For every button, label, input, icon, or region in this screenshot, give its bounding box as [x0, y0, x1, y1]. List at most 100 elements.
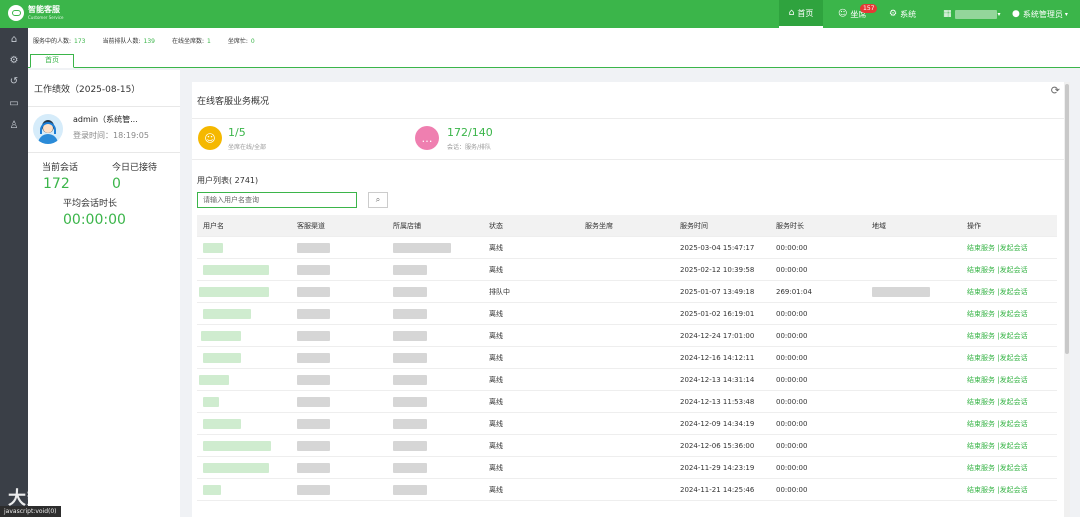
- channel-redacted: [297, 375, 330, 385]
- table-row[interactable]: 离线 2024-11-21 14:25:46 00:00:00 结束服务 |发起会话: [197, 479, 1057, 501]
- column-header[interactable]: 状态: [489, 215, 503, 237]
- channel-redacted: [297, 397, 330, 407]
- seats-label: 坐席在线/全部: [228, 144, 267, 151]
- table-row[interactable]: 离线 2025-03-04 15:47:17 00:00:00 结束服务 |发起会话: [197, 237, 1057, 259]
- column-header[interactable]: 客服渠道: [297, 215, 325, 237]
- tab-home[interactable]: 首页: [30, 54, 74, 68]
- table-row[interactable]: 离线 2024-12-13 14:31:14 00:00:00 结束服务 |发起会话: [197, 369, 1057, 391]
- row-actions[interactable]: 结束服务 |发起会话: [967, 369, 1028, 391]
- vertical-scrollbar[interactable]: [1064, 82, 1070, 517]
- channel-redacted: [297, 419, 330, 429]
- table-row[interactable]: 离线 2024-12-16 14:12:11 00:00:00 结束服务 |发起会话: [197, 347, 1057, 369]
- column-header[interactable]: 服务时间: [680, 215, 708, 237]
- service-time-cell: 2024-11-21 14:25:46: [680, 486, 755, 494]
- status-cell: 离线: [489, 310, 503, 318]
- shop-redacted: [393, 397, 427, 407]
- row-actions[interactable]: 结束服务 |发起会话: [967, 391, 1028, 413]
- building-icon: ▦: [943, 9, 952, 19]
- status-bar: javascript:void(0): [0, 506, 61, 517]
- table-header: 用户名 客服渠道 所属店铺 状态 服务坐席 服务时间 服务时长 地域 操作: [197, 215, 1057, 237]
- nav-home[interactable]: ⌂ 首页: [779, 0, 823, 28]
- scrollbar-thumb[interactable]: [1065, 84, 1069, 354]
- seats-value: 1/5: [228, 126, 246, 139]
- column-header[interactable]: 地域: [872, 215, 886, 237]
- column-header[interactable]: 操作: [967, 215, 981, 237]
- shop-redacted: [393, 419, 427, 429]
- channel-redacted: [297, 331, 330, 341]
- table-row[interactable]: 离线 2024-12-13 11:53:48 00:00:00 结束服务 |发起会话: [197, 391, 1057, 413]
- row-actions[interactable]: 结束服务 |发起会话: [967, 479, 1028, 501]
- user-name-redacted: [199, 287, 269, 297]
- column-header[interactable]: 服务时长: [776, 215, 804, 237]
- service-time-cell: 2024-12-13 14:31:14: [680, 376, 755, 384]
- service-time-cell: 2024-12-24 17:01:00: [680, 332, 755, 340]
- row-actions[interactable]: 结束服务 |发起会话: [967, 457, 1028, 479]
- table-row[interactable]: 离线 2024-12-24 17:01:00 00:00:00 结束服务 |发起会话: [197, 325, 1057, 347]
- tab-bar: 首页: [28, 52, 1080, 68]
- channel-redacted: [297, 265, 330, 275]
- column-header[interactable]: 用户名: [203, 215, 224, 237]
- shop-redacted: [393, 463, 427, 473]
- history-icon[interactable]: ↺: [0, 76, 28, 88]
- nav-organization[interactable]: ▦ ▾: [943, 0, 1001, 28]
- people-icon[interactable]: ♙: [0, 120, 28, 132]
- row-actions[interactable]: 结束服务 |发起会话: [967, 413, 1028, 435]
- sessions-label: 会话：服务/排队: [447, 144, 492, 151]
- service-time-cell: 2024-12-09 14:34:19: [680, 420, 755, 428]
- avg-duration-value: 00:00:00: [63, 212, 126, 228]
- column-header[interactable]: 所属店铺: [393, 215, 421, 237]
- user-name-redacted: [203, 463, 269, 473]
- today-received-label: 今日已接待: [112, 163, 158, 173]
- icon-sidebar: ⌂ ⚙ ↺ ▭ ♙: [0, 28, 28, 517]
- channel-redacted: [297, 243, 330, 253]
- row-actions[interactable]: 结束服务 |发起会话: [967, 237, 1028, 259]
- home-icon[interactable]: ⌂: [0, 34, 28, 46]
- monitor-icon[interactable]: ▭: [0, 98, 28, 110]
- nav-system[interactable]: ⚙ 系统: [889, 0, 916, 28]
- user-name-redacted: [203, 419, 241, 429]
- user-name-redacted: [203, 265, 269, 275]
- channel-redacted: [297, 309, 330, 319]
- table-row[interactable]: 离线 2024-11-29 14:23:19 00:00:00 结束服务 |发起会话: [197, 457, 1057, 479]
- status-cell: 离线: [489, 332, 503, 340]
- status-cell: 离线: [489, 420, 503, 428]
- service-time-cell: 2024-12-16 14:12:11: [680, 354, 755, 362]
- login-time: 登录时间：18:19:05: [73, 131, 149, 140]
- row-actions[interactable]: 结束服务 |发起会话: [967, 303, 1028, 325]
- user-name-redacted: [203, 243, 223, 253]
- gear-icon[interactable]: ⚙: [0, 55, 28, 67]
- chat-icon: …: [415, 126, 439, 150]
- service-time-cell: 2024-12-06 15:36:00: [680, 442, 755, 450]
- today-received-value: 0: [112, 176, 121, 192]
- nav-home-label: 首页: [797, 8, 814, 18]
- shop-redacted: [393, 375, 427, 385]
- nav-user-menu[interactable]: ● 系统管理员 ▾: [1012, 0, 1068, 28]
- table-row[interactable]: 离线 2024-12-09 14:34:19 00:00:00 结束服务 |发起会话: [197, 413, 1057, 435]
- user-name-redacted: [203, 397, 219, 407]
- duration-cell: 00:00:00: [776, 354, 808, 362]
- duration-cell: 00:00:00: [776, 464, 808, 472]
- row-actions[interactable]: 结束服务 |发起会话: [967, 281, 1028, 303]
- row-actions[interactable]: 结束服务 |发起会话: [967, 259, 1028, 281]
- row-actions[interactable]: 结束服务 |发起会话: [967, 347, 1028, 369]
- search-button[interactable]: ⌕: [368, 192, 388, 208]
- table-row[interactable]: 离线 2025-01-02 16:19:01 00:00:00 结束服务 |发起会话: [197, 303, 1057, 325]
- user-icon: ☺: [838, 9, 848, 19]
- user-name-redacted: [203, 441, 271, 451]
- avatar: [33, 114, 63, 144]
- nav-user-label: 系统管理员: [1022, 9, 1063, 19]
- row-actions[interactable]: 结束服务 |发起会话: [967, 435, 1028, 457]
- nav-system-label: 系统: [900, 9, 917, 19]
- row-actions[interactable]: 结束服务 |发起会话: [967, 325, 1028, 347]
- refresh-icon[interactable]: ⟳: [1051, 84, 1060, 97]
- table-row[interactable]: 离线 2025-02-12 10:39:58 00:00:00 结束服务 |发起会话: [197, 259, 1057, 281]
- search-input[interactable]: [197, 192, 357, 208]
- user-name-redacted: [199, 375, 229, 385]
- table-row[interactable]: 排队中 2025-01-07 13:49:18 269:01:04 结束服务 |发起会…: [197, 281, 1057, 303]
- divider: [192, 118, 1064, 119]
- column-header[interactable]: 服务坐席: [585, 215, 613, 237]
- duration-cell: 00:00:00: [776, 442, 808, 450]
- duration-cell: 00:00:00: [776, 244, 808, 252]
- table-row[interactable]: 离线 2024-12-06 15:36:00 00:00:00 结束服务 |发起会话: [197, 435, 1057, 457]
- divider: [28, 152, 180, 153]
